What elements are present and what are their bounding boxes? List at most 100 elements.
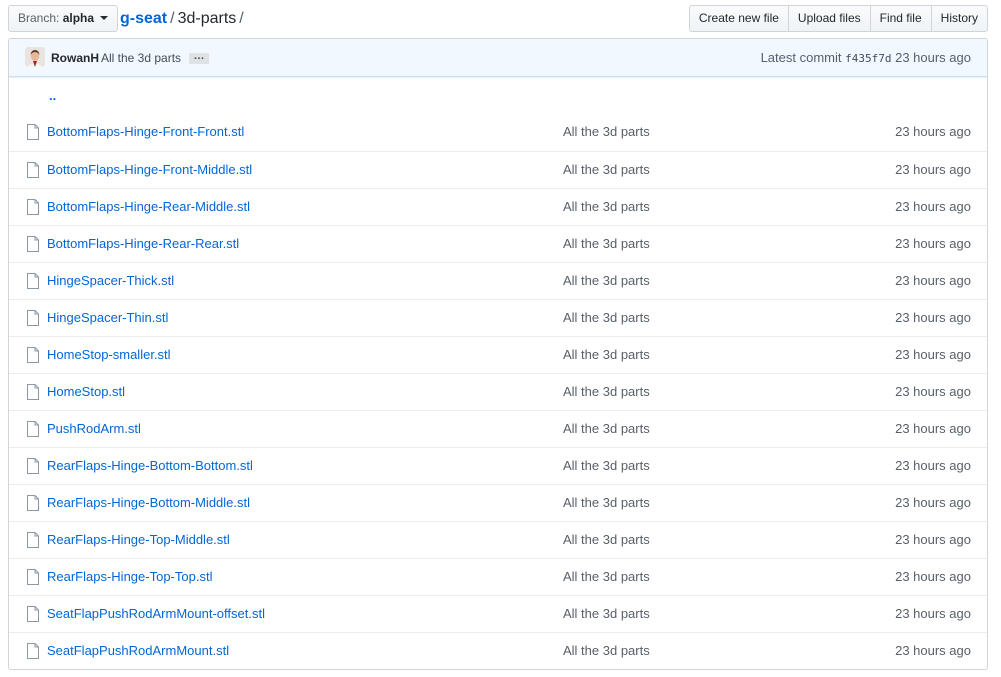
file-commit-message-link[interactable]: All the 3d parts [563,226,650,262]
file-icon [26,495,40,511]
branch-name: alpha [62,11,95,25]
file-name-link[interactable]: PushRodArm.stl [47,411,141,447]
file-icon [26,569,40,585]
file-commit-age: 23 hours ago [895,532,971,547]
file-commit-age: 23 hours ago [895,310,971,325]
file-commit-message-link[interactable]: All the 3d parts [563,337,650,373]
file-name-link[interactable]: HingeSpacer-Thick.stl [47,263,174,299]
history-button[interactable]: History [930,5,988,32]
file-icon [26,236,40,252]
parent-directory-link[interactable]: .. [49,78,56,114]
find-file-button[interactable]: Find file [869,5,932,32]
table-row: PushRodArm.stl All the 3d parts 23 hours… [9,410,987,447]
file-name-link[interactable]: HingeSpacer-Thin.stl [47,300,168,336]
file-name-link[interactable]: BottomFlaps-Hinge-Front-Middle.stl [47,152,252,188]
file-name-link[interactable]: RearFlaps-Hinge-Top-Middle.stl [47,522,230,558]
file-name-link[interactable]: SeatFlapPushRodArmMount-offset.stl [47,596,265,632]
table-row: HingeSpacer-Thin.stl All the 3d parts 23… [9,299,987,336]
table-row: BottomFlaps-Hinge-Front-Middle.stl All t… [9,151,987,188]
file-commit-age: 23 hours ago [895,347,971,362]
breadcrumb-separator: / [170,10,175,27]
repo-topbar: Branch: alpha g-seat/3d-parts / Create ne… [8,5,988,33]
file-commit-message-link[interactable]: All the 3d parts [563,485,650,521]
table-row: BottomFlaps-Hinge-Rear-Middle.stl All th… [9,188,987,225]
file-name-link[interactable]: BottomFlaps-Hinge-Rear-Middle.stl [47,189,250,225]
file-name-link[interactable]: HomeStop-smaller.stl [47,337,171,373]
latest-commit-bar: RowanH All the 3d parts … Latest commit … [9,39,987,77]
file-icon [26,124,40,140]
file-commit-age: 23 hours ago [895,569,971,584]
latest-commit-label: Latest commit [760,50,842,65]
file-list: BottomFlaps-Hinge-Front-Front.stl All th… [9,114,987,669]
file-name-link[interactable]: HomeStop.stl [47,374,125,410]
file-name-link[interactable]: RearFlaps-Hinge-Top-Top.stl [47,559,212,595]
file-commit-age: 23 hours ago [895,124,971,139]
breadcrumb-current-folder: 3d-parts [177,10,237,27]
create-new-file-button[interactable]: Create new file [688,5,789,32]
commit-age: 23 hours ago [895,50,971,65]
file-commit-age: 23 hours ago [895,421,971,436]
file-icon [26,273,40,289]
user-avatar[interactable] [25,47,45,67]
commit-message-link[interactable]: All the 3d parts [101,39,181,77]
branch-label: Branch: [18,11,60,25]
file-icon [26,458,40,474]
file-icon [26,643,40,659]
parent-directory-row: .. [9,77,987,114]
branch-select-button[interactable]: Branch: alpha [8,5,119,32]
file-name-link[interactable]: BottomFlaps-Hinge-Rear-Rear.stl [47,226,239,262]
file-icon [26,162,40,178]
file-commit-age: 23 hours ago [895,273,971,288]
file-commit-age: 23 hours ago [895,643,971,658]
file-icon [26,310,40,326]
file-commit-age: 23 hours ago [895,495,971,510]
file-commit-age: 23 hours ago [895,384,971,399]
file-commit-message-link[interactable]: All the 3d parts [563,411,650,447]
file-commit-age: 23 hours ago [895,162,971,177]
file-commit-age: 23 hours ago [895,606,971,621]
breadcrumb: g-seat/3d-parts / [120,5,247,32]
table-row: SeatFlapPushRodArmMount.stl All the 3d p… [9,632,987,669]
file-commit-message-link[interactable]: All the 3d parts [563,596,650,632]
breadcrumb-separator: / [239,10,244,27]
breadcrumb-repo-link[interactable]: g-seat [120,10,167,27]
table-row: HomeStop-smaller.stl All the 3d parts 23… [9,336,987,373]
file-commit-age: 23 hours ago [895,458,971,473]
file-icon [26,421,40,437]
table-row: HingeSpacer-Thick.stl All the 3d parts 2… [9,262,987,299]
file-table: RowanH All the 3d parts … Latest commit … [8,38,988,670]
file-commit-age: 23 hours ago [895,236,971,251]
file-name-link[interactable]: BottomFlaps-Hinge-Front-Front.stl [47,114,244,150]
file-commit-message-link[interactable]: All the 3d parts [563,559,650,595]
table-row: RearFlaps-Hinge-Bottom-Bottom.stl All th… [9,447,987,484]
file-icon [26,606,40,622]
file-commit-message-link[interactable]: All the 3d parts [563,633,650,669]
file-actions: Create new file Upload files Find file H… [688,5,988,32]
file-commit-message-link[interactable]: All the 3d parts [563,152,650,188]
commit-expand-button[interactable]: … [189,51,209,64]
file-icon [26,347,40,363]
table-row: BottomFlaps-Hinge-Rear-Rear.stl All the … [9,225,987,262]
upload-files-button[interactable]: Upload files [787,5,871,32]
file-commit-message-link[interactable]: All the 3d parts [563,300,650,336]
file-name-link[interactable]: RearFlaps-Hinge-Bottom-Bottom.stl [47,448,253,484]
table-row: RearFlaps-Hinge-Bottom-Middle.stl All th… [9,484,987,521]
file-icon [26,532,40,548]
file-commit-message-link[interactable]: All the 3d parts [563,374,650,410]
file-commit-message-link[interactable]: All the 3d parts [563,263,650,299]
table-row: HomeStop.stl All the 3d parts 23 hours a… [9,373,987,410]
table-row: BottomFlaps-Hinge-Front-Front.stl All th… [9,114,987,151]
file-commit-message-link[interactable]: All the 3d parts [563,522,650,558]
file-name-link[interactable]: RearFlaps-Hinge-Bottom-Middle.stl [47,485,250,521]
table-row: RearFlaps-Hinge-Top-Top.stl All the 3d p… [9,558,987,595]
file-name-link[interactable]: SeatFlapPushRodArmMount.stl [47,633,229,669]
file-commit-message-link[interactable]: All the 3d parts [563,189,650,225]
commit-sha-link[interactable]: f435f7d [845,52,891,65]
file-commit-message-link[interactable]: All the 3d parts [563,448,650,484]
table-row: RearFlaps-Hinge-Top-Middle.stl All the 3… [9,521,987,558]
caret-down-icon [100,15,109,20]
commit-author-link[interactable]: RowanH [51,39,99,77]
file-commit-message-link[interactable]: All the 3d parts [563,114,650,150]
latest-commit-info: Latest commit f435f7d 23 hours ago [761,39,971,78]
file-icon [26,199,40,215]
